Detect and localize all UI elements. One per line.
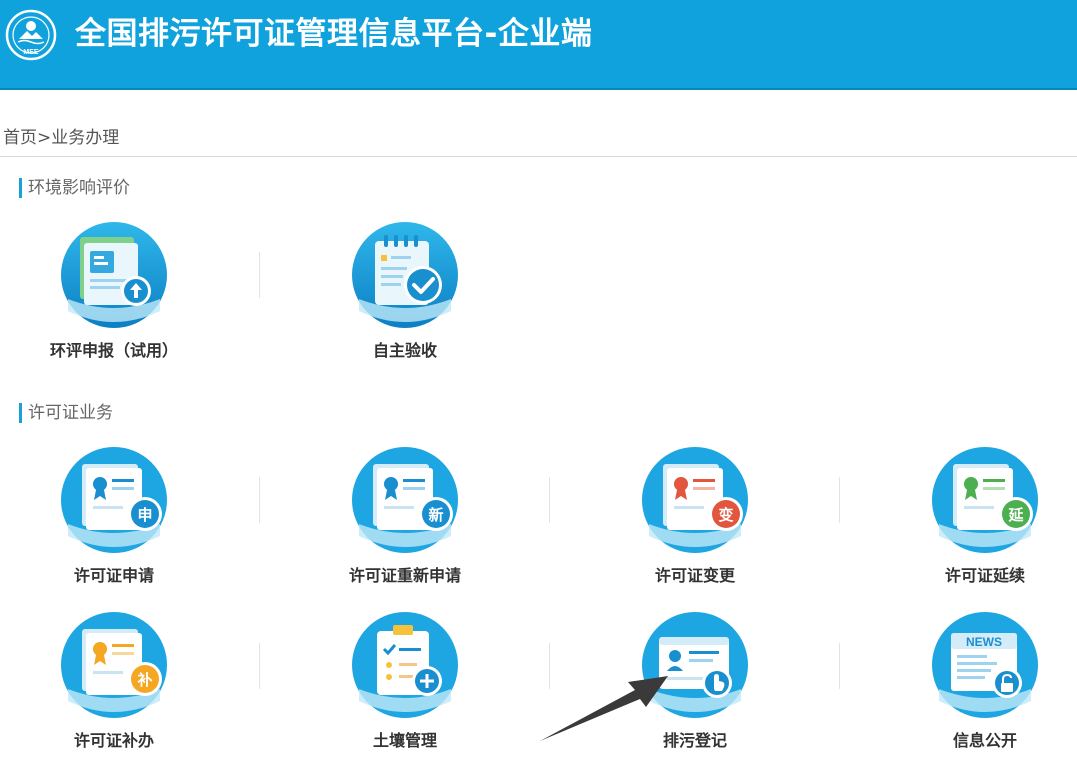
badge-icon: 变 <box>709 497 743 531</box>
tile-separator <box>259 252 260 298</box>
tile-separator <box>259 477 260 523</box>
tile-permit-change[interactable]: 变 许可证变更 <box>595 446 795 596</box>
tile-separator <box>549 477 550 523</box>
badge-text: 新 <box>428 506 443 524</box>
breadcrumb-current: 业务办理 <box>51 128 120 148</box>
mee-logo: MEE <box>5 9 57 61</box>
calendar-check-icon <box>352 222 458 328</box>
badge-icon: 新 <box>419 497 453 531</box>
tile-permit-apply[interactable]: 申 许可证申请 <box>14 446 214 596</box>
soil-management-icon <box>352 612 458 718</box>
badge-text: 补 <box>136 671 152 689</box>
tile-label: 环评申报（试用） <box>49 341 178 360</box>
tile-eia-declare[interactable]: 环评申报（试用） <box>14 221 214 371</box>
tile-self-acceptance[interactable]: 自主验收 <box>305 221 505 371</box>
badge-icon: 补 <box>128 662 162 696</box>
logo-text: MEE <box>23 49 39 56</box>
tile-label: 排污登记 <box>662 731 727 750</box>
tile-permit-reissue[interactable]: 补 许可证补办 <box>14 611 214 761</box>
tile-label: 许可证重新申请 <box>348 566 461 585</box>
tile-label: 许可证补办 <box>73 731 154 750</box>
tile-label: 许可证延续 <box>944 566 1025 585</box>
badge-text: 变 <box>718 506 733 524</box>
tile-label: 自主验收 <box>372 341 437 360</box>
breadcrumb-home-link[interactable]: 首页 <box>3 128 37 148</box>
app-title: 全国排污许可证管理信息平台-企业端 <box>75 16 593 52</box>
tile-label: 信息公开 <box>952 731 1017 750</box>
app-header: MEE 全国排污许可证管理信息平台-企业端 <box>0 0 1077 90</box>
tile-discharge-registration[interactable]: 排污登记 <box>595 611 795 761</box>
tile-soil-management[interactable]: 土壤管理 <box>305 611 505 761</box>
tile-permit-extend[interactable]: 延 许可证延续 <box>885 446 1077 596</box>
tile-permit-reapply[interactable]: 新 许可证重新申请 <box>305 446 505 596</box>
badge-text: 申 <box>137 506 152 524</box>
upload-document-icon <box>61 222 167 328</box>
breadcrumb-divider <box>0 156 1077 157</box>
tile-separator <box>259 643 260 689</box>
tile-label: 许可证申请 <box>73 566 154 585</box>
tile-label: 土壤管理 <box>372 731 437 750</box>
section-title-permit: 许可证业务 <box>19 403 113 423</box>
tile-separator <box>839 643 840 689</box>
badge-icon: 申 <box>128 497 162 531</box>
section-title-eia: 环境影响评价 <box>19 178 130 198</box>
news-text: NEWS <box>966 635 1002 649</box>
tile-separator <box>839 477 840 523</box>
news-disclosure-icon: NEWS <box>932 612 1038 718</box>
breadcrumb: 首页>业务办理 <box>3 127 119 149</box>
tile-info-disclosure[interactable]: NEWS 信息公开 <box>885 611 1077 761</box>
tile-label: 许可证变更 <box>654 566 735 585</box>
tile-separator <box>549 643 550 689</box>
discharge-registration-icon <box>642 612 748 718</box>
breadcrumb-separator: > <box>37 128 52 148</box>
badge-text: 延 <box>1007 506 1024 524</box>
badge-icon: 延 <box>999 497 1033 531</box>
